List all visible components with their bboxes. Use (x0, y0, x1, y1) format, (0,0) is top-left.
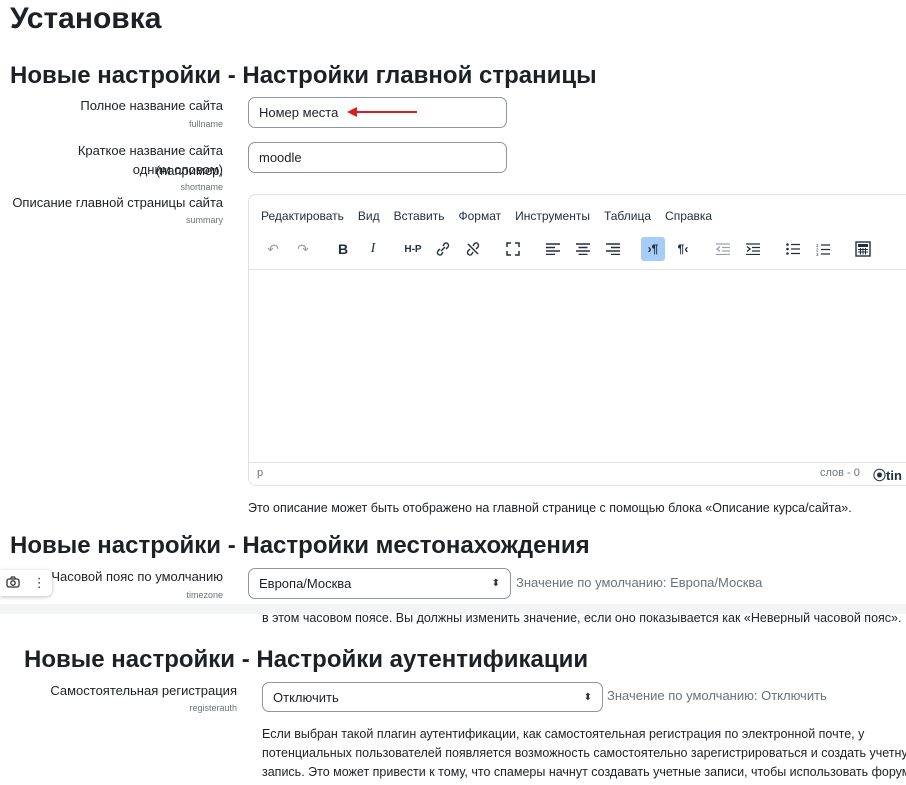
select-caret-icon: ⬍ (491, 578, 500, 589)
timezone-label: Часовой пояс по умолчанию (51, 569, 223, 584)
summary-description: Это описание может быть отображено на гл… (248, 501, 852, 515)
fullname-key: fullname (188, 119, 223, 129)
summary-label: Описание главной страницы сайта (12, 195, 223, 210)
registerauth-select[interactable]: Отключить ⬍ (262, 682, 603, 712)
fullname-value: Номер места (259, 105, 339, 120)
registerauth-desc-line1: Если выбран такой плагин аутентификации,… (262, 727, 865, 741)
auth-heading: Новые настройки - Настройки аутентификац… (24, 646, 589, 673)
registerauth-desc-line2: потенциальных пользователей появляется в… (262, 746, 906, 760)
registerauth-key: registerauth (189, 703, 237, 713)
summary-editor: Редактировать Вид Вставить Формат Инстру… (248, 194, 906, 486)
bold-icon[interactable]: B (331, 237, 355, 261)
shortname-value: moodle (259, 150, 302, 165)
registerauth-default: Значение по умолчанию: Отключить (607, 688, 827, 703)
tiny-logo-icon: ⦿ (873, 468, 887, 483)
calculator-icon[interactable] (851, 237, 875, 261)
timezone-default: Значение по умолчанию: Европа/Москва (516, 575, 763, 590)
status-path[interactable]: p (257, 467, 263, 479)
word-count: слов - 0 (820, 467, 860, 479)
timezone-key: timezone (186, 590, 223, 600)
shortname-key: shortname (180, 182, 223, 192)
front-page-heading: Новые настройки - Настройки главной стра… (10, 62, 597, 89)
select-caret-icon: ⬍ (583, 691, 592, 703)
registerauth-value: Отключить (273, 689, 339, 705)
timezone-value: Европа/Москва (259, 576, 352, 591)
ltr-icon[interactable]: ›¶ (641, 237, 665, 261)
align-left-icon[interactable] (541, 237, 565, 261)
location-heading: Новые настройки - Настройки местонахожде… (10, 532, 590, 559)
unlink-icon[interactable] (461, 237, 485, 261)
svg-text:3: 3 (816, 252, 819, 256)
annotation-arrow-icon (347, 107, 417, 117)
menu-format[interactable]: Формат (459, 209, 502, 223)
fullname-label: Полное название сайта (80, 98, 223, 113)
menu-help[interactable]: Справка (665, 209, 712, 223)
numbered-list-icon[interactable]: 123 (811, 237, 835, 261)
bullet-list-icon[interactable] (781, 237, 805, 261)
tiny-brand: ⦿tin (873, 468, 902, 483)
outdent-icon[interactable] (711, 237, 735, 261)
registerauth-desc-line3: запись. Это может привести к тому, что с… (262, 765, 906, 779)
shortname-input[interactable]: moodle (248, 142, 507, 173)
fullscreen-icon[interactable] (501, 237, 525, 261)
undo-icon[interactable]: ↶ (261, 237, 285, 261)
italic-icon[interactable]: I (361, 237, 385, 261)
menu-view[interactable]: Вид (358, 209, 380, 223)
align-center-icon[interactable] (571, 237, 595, 261)
timezone-description-clip: в этом часовом поясе. Вы должны изменить… (262, 606, 906, 624)
summary-key: summary (185, 215, 223, 225)
menu-tools[interactable]: Инструменты (515, 209, 590, 223)
timezone-description: в этом часовом поясе. Вы должны изменить… (262, 611, 902, 624)
redo-icon[interactable]: ↷ (291, 237, 315, 261)
registerauth-description: Если выбран такой плагин аутентификации,… (262, 725, 906, 785)
align-right-icon[interactable] (601, 237, 625, 261)
registerauth-label: Самостоятельная регистрация (50, 683, 237, 698)
menu-insert[interactable]: Вставить (394, 209, 445, 223)
menu-table[interactable]: Таблица (604, 209, 651, 223)
rtl-icon[interactable]: ¶‹ (671, 237, 695, 261)
timezone-select[interactable]: Европа/Москва ⬍ (248, 568, 511, 599)
summary-editor-content[interactable] (249, 269, 906, 466)
h5p-icon[interactable]: H-P (401, 237, 425, 261)
link-icon[interactable] (431, 237, 455, 261)
editor-menubar: Редактировать Вид Вставить Формат Инстру… (261, 209, 726, 223)
editor-statusbar: p слов - 0 ⦿tin (249, 462, 906, 485)
page-title: Установка (10, 2, 162, 35)
indent-icon[interactable] (741, 237, 765, 261)
editor-toolbar: ↶ ↷ B I H-P ›¶ ¶‹ 1 2 3 (261, 235, 881, 263)
menu-edit[interactable]: Редактировать (261, 209, 344, 223)
shortname-label-line2: одним словом) (132, 162, 223, 177)
